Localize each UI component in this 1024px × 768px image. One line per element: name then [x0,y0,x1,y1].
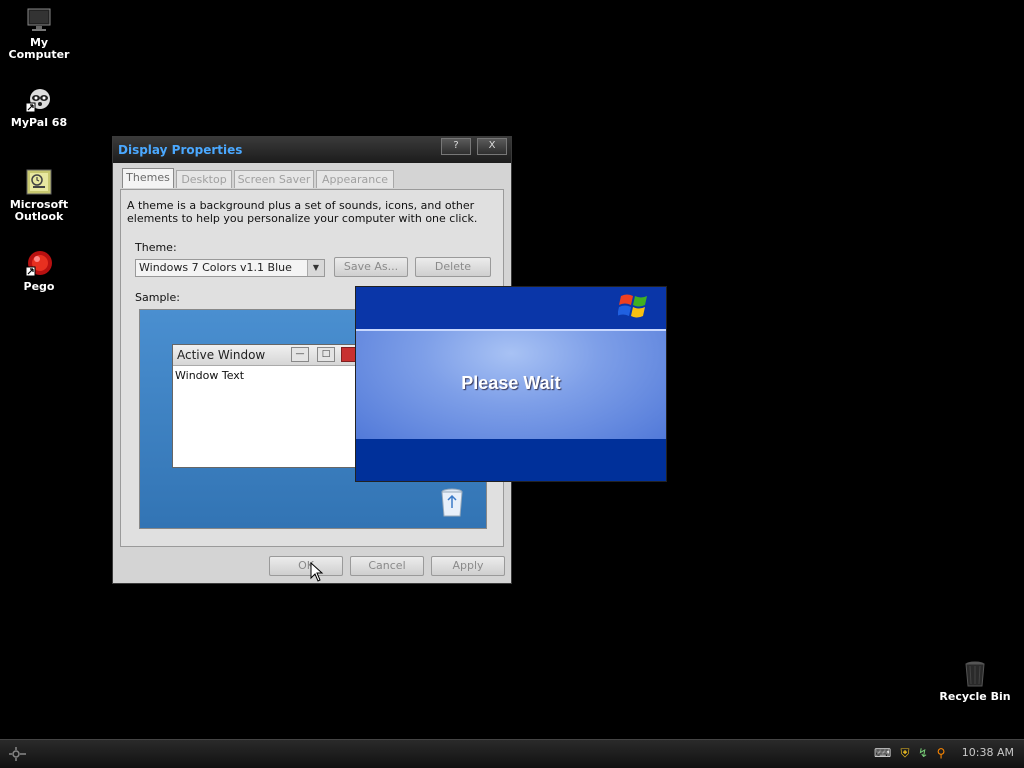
desktop-icon-mypal[interactable]: MyPal 68 [0,86,78,129]
desktop-icon-outlook[interactable]: Microsoft Outlook [0,168,78,223]
wait-bottom-band [356,439,666,481]
start-orb-icon [9,747,26,761]
close-icon: X [488,140,496,151]
please-wait-screen: Please Wait [355,286,667,482]
monitor-icon [25,6,53,34]
tab-appearance[interactable]: Appearance [316,170,394,188]
ok-button[interactable]: OK [269,556,343,576]
keyboard-icon[interactable]: ⌨ [874,746,891,760]
tab-desktop[interactable]: Desktop [176,170,232,188]
dialog-title: Display Properties [118,143,243,157]
network-icon[interactable]: ↯ [916,746,930,760]
trash-bin-icon [961,660,989,688]
sample-label: Sample: [135,291,180,304]
taskbar: ⌨ ⛨ ↯ ⚲ 10:38 AM [0,739,1024,768]
desktop-icon-my-computer[interactable]: My Computer [0,6,78,61]
outlook-icon [25,168,53,196]
help-button[interactable]: ? [441,138,471,155]
sample-active-window: Active Window — □ Window Text [172,344,364,468]
help-icon: ? [453,140,459,151]
search-icon[interactable]: ⚲ [934,746,948,760]
windows-logo-icon [617,291,652,321]
mouse-cursor-icon [310,561,324,582]
sample-window-titlebar: Active Window — □ [173,345,363,366]
theme-select[interactable]: Windows 7 Colors v1.1 Blue ▼ [135,259,325,277]
start-button[interactable] [4,744,36,764]
tab-screen-saver[interactable]: Screen Saver [234,170,314,188]
theme-label: Theme: [135,241,177,254]
desktop-icon-label: MyPal 68 [10,116,68,129]
recycle-bin-icon [440,488,464,518]
maximize-icon: □ [317,347,335,362]
desktop-icon-label: Recycle Bin [939,690,1011,703]
delete-button[interactable]: Delete [415,257,491,277]
please-wait-message: Please Wait [461,373,561,393]
dialog-titlebar[interactable]: Display Properties ? X [113,137,511,163]
raccoon-icon [25,86,53,114]
sample-window-title: Active Window [177,348,266,362]
pego-icon [25,250,53,278]
minimize-icon: — [291,347,309,362]
sample-window-text: Window Text [175,369,245,382]
theme-select-value: Windows 7 Colors v1.1 Blue [139,261,292,274]
taskbar-clock[interactable]: 10:38 AM [962,746,1014,759]
chevron-down-icon[interactable]: ▼ [307,260,324,276]
desktop-icon-pego[interactable]: Pego [0,250,78,293]
apply-button[interactable]: Apply [431,556,505,576]
tab-themes[interactable]: Themes [122,168,174,188]
theme-description: A theme is a background plus a set of so… [127,199,478,225]
close-button[interactable]: X [477,138,507,155]
desktop-icon-label: Pego [23,280,55,293]
desktop-icon-label: My Computer [8,36,70,61]
cancel-button[interactable]: Cancel [350,556,424,576]
shield-icon[interactable]: ⛨ [898,746,912,760]
desktop-icon-label: Microsoft Outlook [9,198,69,223]
desktop-icon-recycle-bin[interactable]: Recycle Bin [936,660,1014,703]
save-as-button[interactable]: Save As... [334,257,408,277]
